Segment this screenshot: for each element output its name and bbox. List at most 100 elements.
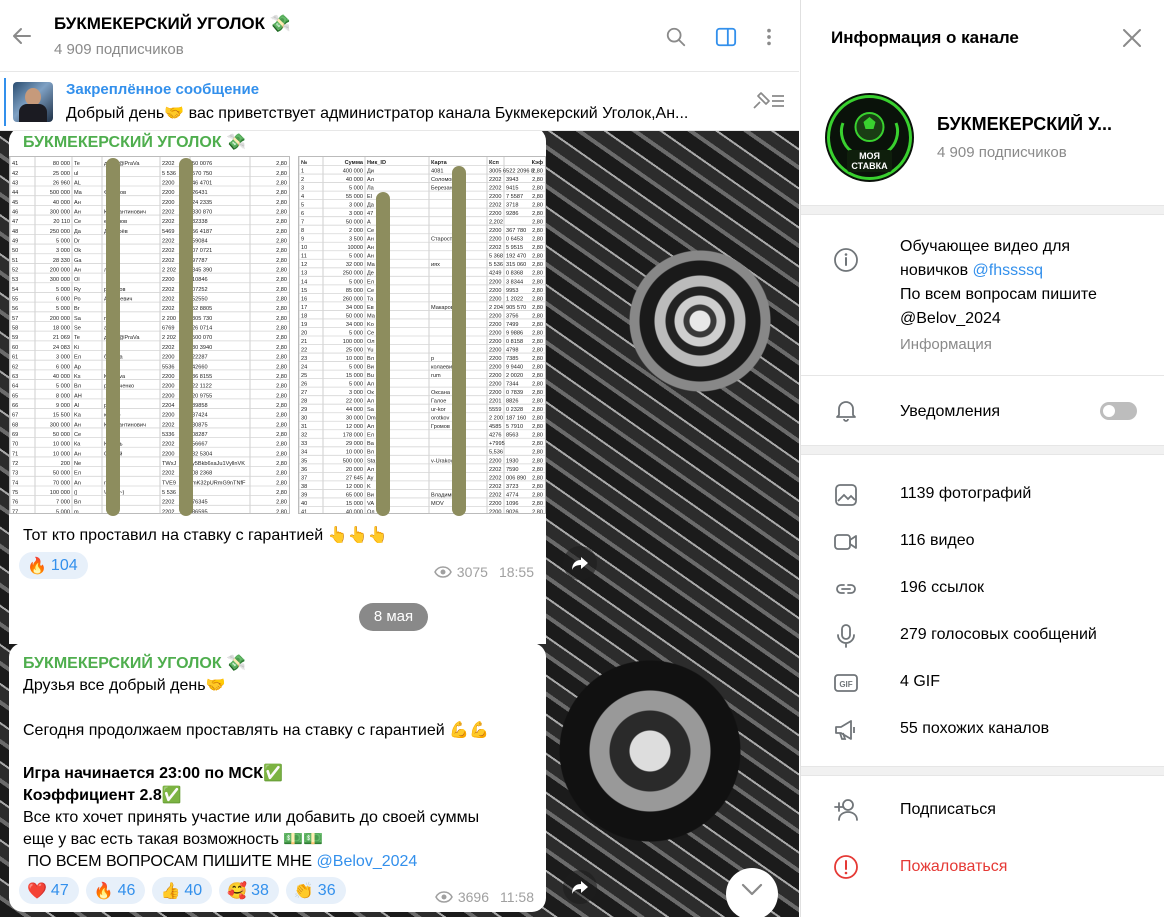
sheet-cell: 2,80	[532, 313, 543, 319]
media-voice[interactable]: 279 голосовых сообщений	[900, 626, 1097, 644]
sheet-cell: 18 000	[53, 326, 70, 332]
sheet-cell: 5 000	[56, 509, 70, 514]
sheet-cell: 2,80	[276, 393, 287, 399]
message-bubble[interactable]: БУКМЕКЕРСКИЙ УГОЛОК 💸 Друзья все добрый …	[9, 643, 546, 912]
forward-button[interactable]	[563, 546, 597, 580]
report-button[interactable]: Пожаловаться	[900, 858, 1007, 876]
sheet-cell: 2,80	[532, 228, 543, 234]
sheet-cell: Ол	[367, 339, 375, 345]
channel-subscribers: 4 909 подписчиков	[937, 144, 1067, 161]
reaction-clap[interactable]: 👏 36	[285, 877, 346, 904]
sheet-cell: 845 390	[192, 268, 212, 274]
mic-icon	[837, 624, 855, 648]
media-videos[interactable]: 116 видео	[900, 532, 975, 550]
sheet-cell: 2,80	[276, 287, 287, 293]
sheet-cell: Te	[74, 335, 80, 341]
sheet-cell: Галое	[431, 399, 446, 405]
add-user-icon	[834, 799, 858, 821]
sheet-cell: 44	[12, 190, 18, 196]
sheet-cell: 2,80	[276, 238, 287, 244]
sheet-cell: 2,80	[276, 509, 287, 514]
info-link[interactable]: @fhssssq	[973, 262, 1043, 279]
more-vertical-icon[interactable]	[758, 26, 780, 48]
sheet-cell: Ol	[74, 277, 80, 283]
sidebar-toggle-icon[interactable]	[715, 26, 737, 48]
media-links[interactable]: 196 ссылок	[900, 579, 984, 597]
sheet-cell: Ан	[74, 209, 81, 215]
sheet-cell: 2200	[489, 458, 501, 464]
search-icon[interactable]	[665, 26, 687, 48]
sheet-cell: 4585	[489, 424, 501, 430]
sheet-cell: 29 000	[346, 441, 363, 447]
message-sender[interactable]: БУКМЕКЕРСКИЙ УГОЛОК 💸	[23, 653, 246, 673]
sheet-cell: Bu	[367, 373, 374, 379]
media-gifs[interactable]: 4 GIF	[900, 673, 940, 691]
sheet-cell: Ан	[367, 245, 374, 251]
sheet-cell: 187 160	[506, 416, 526, 422]
link-icon	[836, 584, 856, 594]
sheet-cell: 54	[12, 287, 18, 293]
sheet-cell: 08 2368	[192, 471, 212, 477]
sheet-cell: 2202	[489, 484, 501, 490]
chat-title[interactable]: БУКМЕКЕРСКИЙ УГОЛОК 💸	[54, 14, 291, 34]
sheet-cell: 65	[12, 393, 18, 399]
sheet-cell: 50 000	[53, 471, 70, 477]
sheet-cell: 10 000	[53, 451, 70, 457]
sheet-cell: Ga	[74, 258, 82, 264]
notifications-toggle[interactable]	[1100, 402, 1137, 420]
sheet-cell: 46 4701	[192, 180, 212, 186]
forward-button[interactable]	[563, 870, 597, 904]
sheet-cell: 2200	[162, 190, 174, 196]
spreadsheet-left: 41 80 000 Te дезса@PraVa 2202 50 0076 2,8042 25…	[9, 156, 290, 514]
sheet-cell: 2200	[489, 313, 501, 319]
media-photos[interactable]: 1139 фотографий	[900, 485, 1031, 503]
reaction-love-face[interactable]: 🥰 38	[219, 877, 279, 904]
message-bubble[interactable]: БУКМЕКЕРСКИЙ УГОЛОК 💸 41 80 000 Te дезса@Pr…	[9, 127, 546, 644]
pin-list-icon[interactable]	[750, 88, 786, 114]
sheet-cell: 2,80	[532, 288, 543, 294]
username-link[interactable]: @Belov_2024	[317, 853, 418, 870]
sheet-cell: 10000	[347, 245, 363, 251]
sheet-cell: 100 000	[50, 490, 70, 496]
channel-avatar[interactable]: МОЯ СТАВКА	[825, 93, 914, 182]
sheet-cell: m	[74, 509, 79, 514]
reaction-heart[interactable]: ❤️ 47	[19, 877, 79, 904]
sheet-cell: р	[431, 356, 434, 362]
sheet-cell: ul	[74, 171, 78, 177]
sheet-cell: 46	[12, 209, 18, 215]
info-link[interactable]: @Belov_2024	[900, 310, 1001, 328]
reaction-fire[interactable]: 🔥 46	[85, 877, 146, 904]
sheet-cell: 2200	[162, 277, 174, 283]
similar-channels[interactable]: 55 похожих каналов	[900, 720, 1049, 738]
sheet-cell: 2,80	[276, 461, 287, 467]
sheet-cell: 2200	[489, 364, 501, 370]
sheet-cell: 50 000	[346, 313, 363, 319]
sheet-cell: 10 000	[346, 356, 363, 362]
back-arrow-icon[interactable]	[10, 24, 34, 48]
sheet-cell: 56 4187	[192, 229, 212, 235]
reaction-thumbs-up[interactable]: 👍 40	[152, 877, 213, 904]
sheet-cell: 4774	[506, 492, 518, 498]
scroll-down-button[interactable]	[726, 868, 778, 917]
forward-arrow-icon	[572, 557, 588, 570]
sheet-cell: 71	[12, 451, 18, 457]
sheet-cell: 2,80	[532, 364, 543, 370]
message-text-line: еще у вас есть такая возможность 💵💵	[23, 831, 324, 848]
sheet-cell: 2,80	[532, 382, 543, 388]
sheet-cell: 2202	[162, 297, 174, 303]
subscribe-button[interactable]: Подписаться	[900, 801, 996, 819]
sheet-cell: 45	[12, 200, 18, 206]
sheet-cell: 2202	[162, 209, 174, 215]
reaction-fire[interactable]: 🔥 104	[19, 552, 88, 579]
close-icon[interactable]	[1121, 27, 1143, 49]
sheet-cell: Ла	[367, 185, 375, 191]
sheet-cell: 2202	[162, 306, 174, 312]
sheet-cell: 25 000	[53, 171, 70, 177]
sheet-cell: 27 645	[346, 475, 363, 481]
sheet-cell: 15 000	[346, 373, 363, 379]
sheet-cell: Сумма	[345, 160, 364, 166]
sheet-cell: 3943	[506, 177, 518, 183]
pinned-message-bar[interactable]: Закреплённое сообщение Добрый день🤝 вас …	[0, 73, 799, 131]
message-sender[interactable]: БУКМЕКЕРСКИЙ УГОЛОК 💸	[23, 132, 246, 152]
message-time: 18:55	[498, 564, 534, 580]
